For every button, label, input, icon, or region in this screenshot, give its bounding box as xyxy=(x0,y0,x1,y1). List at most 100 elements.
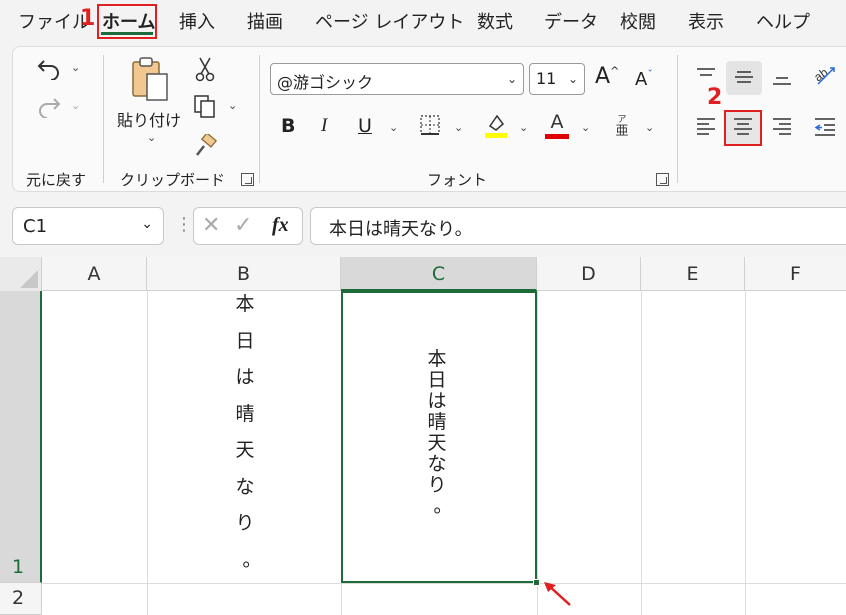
cell-char: り xyxy=(235,512,255,534)
cell-char: 日 xyxy=(427,369,447,391)
select-all-button[interactable] xyxy=(0,257,42,291)
fill-color-dropdown-icon[interactable]: ⌄ xyxy=(519,121,528,134)
row-number: 2 xyxy=(12,587,25,609)
paste-icon[interactable] xyxy=(125,55,175,105)
font-size-select[interactable]: 11 ⌄ xyxy=(529,63,585,95)
paste-dropdown-icon[interactable]: ⌄ xyxy=(147,131,156,144)
step-2-marker: 2 xyxy=(707,85,723,110)
group-divider xyxy=(677,55,678,183)
insert-function-button[interactable]: fx xyxy=(272,214,289,237)
arrow-annotation-icon xyxy=(544,582,571,606)
decrease-indent-icon[interactable] xyxy=(811,114,839,140)
column-header-e[interactable]: E xyxy=(641,257,745,291)
align-middle-icon[interactable] xyxy=(731,63,757,89)
chevron-down-icon: ⌄ xyxy=(506,72,517,86)
cancel-entry-icon[interactable]: ✕ xyxy=(202,213,220,238)
undo-icon[interactable] xyxy=(35,55,63,81)
column-header-b[interactable]: B xyxy=(147,257,341,291)
align-left-icon[interactable] xyxy=(693,114,719,140)
chevron-down-icon: ⌄ xyxy=(567,72,578,86)
tab-data[interactable]: データ xyxy=(544,8,598,34)
clipboard-launcher-icon[interactable] xyxy=(241,173,254,186)
font-color-glyph: A xyxy=(550,111,564,133)
column-header-d[interactable]: D xyxy=(537,257,641,291)
font-launcher-icon[interactable] xyxy=(656,173,669,186)
cell-b1[interactable]: 本 日 は 晴 天 な り 。 xyxy=(229,295,261,587)
cell-char: 晴 xyxy=(427,411,447,433)
row-header-2[interactable]: 2 xyxy=(0,583,42,615)
tab-review[interactable]: 校閲 xyxy=(620,8,656,34)
align-right-icon[interactable] xyxy=(769,114,795,140)
cell-c1: 本 日 は 晴 天 な り 。 xyxy=(426,348,452,518)
redo-dropdown-icon[interactable]: ⌄ xyxy=(71,99,80,112)
column-header-f[interactable]: F xyxy=(745,257,846,291)
confirm-entry-icon[interactable]: ✓ xyxy=(234,213,252,238)
orientation-icon[interactable]: ab xyxy=(811,61,839,89)
cell-char: 本 xyxy=(427,348,447,370)
tab-draw[interactable]: 描画 xyxy=(247,8,283,34)
phonetic-dropdown-icon[interactable]: ⌄ xyxy=(645,121,654,134)
format-painter-icon[interactable] xyxy=(193,133,217,159)
font-size-value: 11 xyxy=(536,69,557,88)
cell-char: は xyxy=(235,366,255,388)
shrink-font-button[interactable]: Aˇ xyxy=(635,68,653,90)
cell-char: 日 xyxy=(235,329,255,352)
tab-page-layout[interactable]: ページ レイアウト xyxy=(315,8,464,34)
gridline xyxy=(641,291,642,615)
group-divider xyxy=(103,55,104,183)
grow-font-button[interactable]: A^ xyxy=(595,64,619,89)
fill-color-icon[interactable] xyxy=(483,111,509,139)
cell-char: 。 xyxy=(242,548,262,571)
name-box-value: C1 xyxy=(23,216,48,237)
underline-button[interactable]: U xyxy=(358,115,372,137)
name-box[interactable]: C1 ⌄ xyxy=(12,207,164,245)
font-color-icon[interactable]: A xyxy=(544,111,570,139)
undo-group-label: 元に戻す xyxy=(26,171,87,189)
row-header-1[interactable]: 1 xyxy=(0,291,42,583)
fill-handle[interactable] xyxy=(533,579,540,586)
column-header-c[interactable]: C xyxy=(341,257,537,291)
font-group-label: フォント xyxy=(427,171,488,189)
align-center-icon[interactable] xyxy=(730,114,756,140)
step-1-marker: 1 xyxy=(80,6,96,31)
formula-bar-grip-icon[interactable]: ⋮ xyxy=(175,214,193,235)
row-number: 1 xyxy=(12,556,25,578)
bold-button[interactable]: B xyxy=(281,115,295,137)
undo-dropdown-icon[interactable]: ⌄ xyxy=(71,61,80,74)
cell-char: 天 xyxy=(235,439,255,461)
cut-icon[interactable] xyxy=(193,55,217,83)
formula-value: 本日は晴天なり。 xyxy=(329,219,473,240)
gridline xyxy=(537,291,538,615)
phonetic-guide-icon[interactable]: ア 亜 xyxy=(611,111,633,139)
tab-help[interactable]: ヘルプ xyxy=(756,8,810,34)
active-tab-indicator xyxy=(101,32,153,35)
tab-insert[interactable]: 挿入 xyxy=(179,8,215,34)
chevron-down-icon[interactable]: ⌄ xyxy=(141,216,153,232)
copy-icon[interactable] xyxy=(191,93,219,119)
column-header-a[interactable]: A xyxy=(42,257,147,291)
formula-input[interactable]: 本日は晴天なり。 xyxy=(310,207,846,245)
paste-label[interactable]: 貼り付け xyxy=(117,107,181,131)
gridline xyxy=(42,583,846,584)
tab-view[interactable]: 表示 xyxy=(688,8,724,34)
tab-formulas[interactable]: 数式 xyxy=(477,8,513,34)
border-icon[interactable] xyxy=(418,113,442,137)
cell-char: は xyxy=(427,390,447,412)
gridline xyxy=(745,291,746,615)
border-dropdown-icon[interactable]: ⌄ xyxy=(454,121,463,134)
group-divider xyxy=(259,55,260,183)
align-bottom-icon[interactable] xyxy=(769,63,795,89)
font-name-select[interactable]: @游ゴシック ⌄ xyxy=(270,63,524,95)
copy-dropdown-icon[interactable]: ⌄ xyxy=(228,99,237,112)
italic-button[interactable]: I xyxy=(321,115,327,137)
cell-char: り xyxy=(427,474,447,496)
underline-dropdown-icon[interactable]: ⌄ xyxy=(389,121,398,134)
redo-icon[interactable] xyxy=(35,93,63,119)
column-header-row: A B C D E F xyxy=(0,257,846,291)
cell-char: 本 xyxy=(235,293,255,315)
clipboard-group-label: クリップボード xyxy=(120,171,226,189)
cell-char: な xyxy=(235,475,255,498)
tab-home[interactable]: ホーム xyxy=(102,8,155,34)
formula-buttons: ✕ ✓ fx xyxy=(193,207,303,245)
font-color-dropdown-icon[interactable]: ⌄ xyxy=(581,121,590,134)
